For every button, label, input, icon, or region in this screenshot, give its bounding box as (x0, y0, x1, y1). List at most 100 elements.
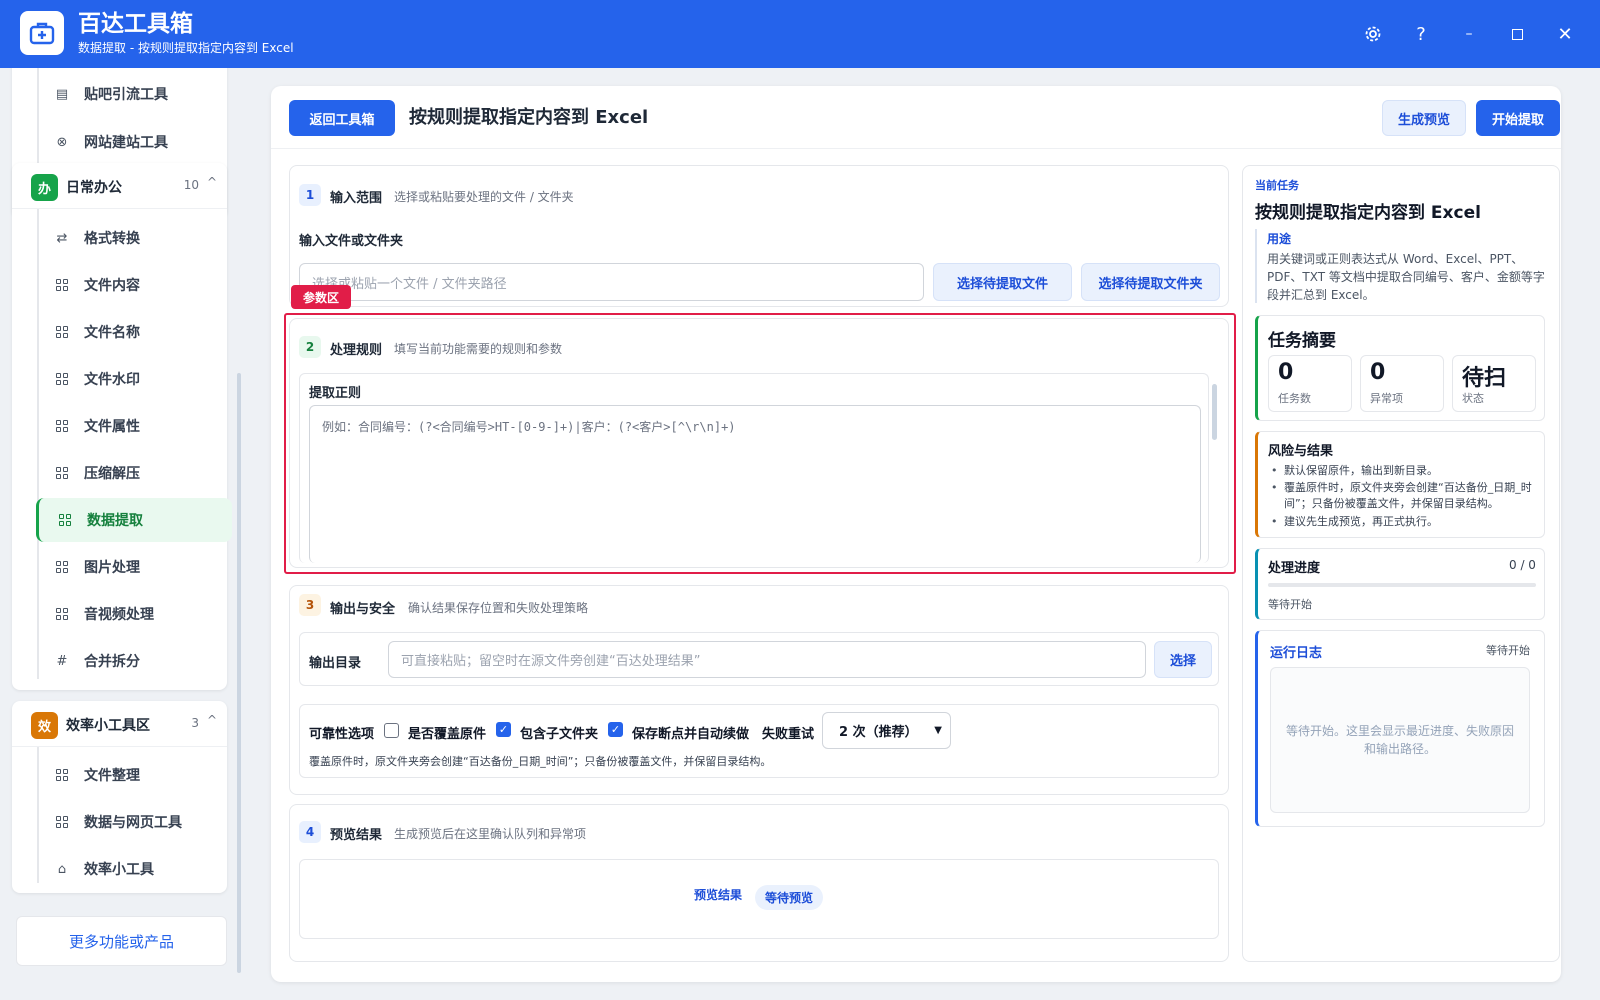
reliability-label: 可靠性选项 (309, 727, 375, 742)
sidebar-item-tieba[interactable]: ▤ 贴吧引流工具 (36, 72, 232, 116)
overwrite-label: 是否覆盖原件 (408, 727, 487, 742)
chevron-up-icon[interactable]: ^ (207, 175, 217, 189)
preview-label: 预览结果 (694, 888, 743, 902)
step-title: 输出与安全 (330, 602, 396, 617)
grid-icon (54, 418, 70, 434)
group-badge: 效 (31, 712, 58, 739)
more-products-button[interactable]: 更多功能或产品 (16, 916, 227, 966)
sidebar-item-filename[interactable]: 文件名称 (36, 310, 232, 354)
sidebar-item-data-web[interactable]: 数据与网页工具 (36, 800, 232, 844)
group-header-office[interactable]: 办 日常办公 10 ^ (12, 163, 227, 209)
grid-icon (54, 767, 70, 783)
toolbox-icon: ⌂ (57, 861, 67, 877)
title-bar: 百达工具箱 数据提取 - 按规则提取指定内容到 Excel ? – ✕ (0, 0, 1600, 68)
grid-icon (54, 465, 70, 481)
resume-checkbox[interactable]: ✓ (608, 722, 623, 737)
grid-icon (54, 324, 70, 340)
step-number: 1 (299, 184, 321, 206)
subfolders-checkbox[interactable]: ✓ (496, 722, 511, 737)
log-output[interactable]: 等待开始。这里会显示最近进度、失败原因和输出路径。 (1270, 667, 1530, 813)
settings-gear-icon[interactable] (1358, 19, 1388, 49)
close-icon[interactable]: ✕ (1550, 19, 1580, 49)
log-status: 等待开始 (1486, 644, 1530, 657)
resume-label: 保存断点并自动续做 (632, 727, 750, 742)
output-dir-label: 输出目录 (309, 656, 362, 671)
preview-status-badge: 等待预览 (755, 885, 824, 910)
sidebar-item-format[interactable]: ⇄ 格式转换 (36, 216, 232, 260)
group-badge: 办 (31, 174, 58, 201)
header-divider (271, 148, 1561, 149)
chevron-up-icon[interactable]: ^ (207, 713, 217, 727)
stat-status: 待扫 状态 (1452, 355, 1536, 412)
generate-preview-button[interactable]: 生成预览 (1382, 100, 1466, 136)
sidebar-item-media[interactable]: 音视频处理 (36, 592, 232, 636)
step-desc: 生成预览后在这里确认队列和异常项 (394, 827, 587, 841)
retry-label: 失败重试 (762, 727, 815, 742)
sidebar-item-attributes[interactable]: 文件属性 (36, 404, 232, 448)
usage-text: 用关键词或正则表达式从 Word、Excel、PPT、PDF、TXT 等文档中提… (1267, 252, 1545, 302)
grid-icon (54, 606, 70, 622)
help-icon[interactable]: ? (1406, 19, 1436, 49)
sidebar-scrollbar[interactable] (237, 373, 241, 973)
toolbox-icon (20, 11, 64, 55)
risk-item: 默认保留原件，输出到新目录。 (1271, 463, 1549, 479)
grid-icon (57, 512, 73, 528)
globe-icon: ⊗ (56, 134, 68, 150)
usage-accent (1255, 229, 1257, 303)
sidebar-item-data-extract[interactable]: 数据提取 (36, 498, 232, 542)
stat-tasks: 0 任务数 (1268, 355, 1352, 412)
input-path-field[interactable]: 选择或粘贴一个文件 / 文件夹路径 (299, 263, 924, 301)
progress-status: 等待开始 (1268, 598, 1312, 611)
grid-icon (54, 277, 70, 293)
page-title: 按规则提取指定内容到 Excel (409, 107, 649, 128)
sidebar: ▤ 贴吧引流工具 ⊗ 网站建站工具 办 日常办公 10 ^ ⇄ 格式转换 文件内容… (0, 68, 246, 1000)
retry-select[interactable]: 2 次（推荐） ▼ (822, 712, 951, 749)
chevron-down-icon: ▼ (934, 725, 942, 736)
output-dir-input[interactable]: 可直接粘贴；留空时在源文件旁创建“百达处理结果” (388, 641, 1146, 678)
step-number: 3 (299, 594, 321, 616)
app-subtitle: 数据提取 - 按规则提取指定内容到 Excel (78, 41, 294, 55)
choose-output-button[interactable]: 选择 (1154, 641, 1212, 678)
document-icon: ▤ (55, 86, 69, 102)
subfolders-label: 包含子文件夹 (520, 727, 599, 742)
overwrite-checkbox[interactable] (384, 723, 399, 738)
task-title: 按规则提取指定内容到 Excel (1255, 203, 1481, 223)
sidebar-item-watermark[interactable]: 文件水印 (36, 357, 232, 401)
grid-icon (54, 814, 70, 830)
sidebar-item-mini-tools[interactable]: ⌂ 效率小工具 (36, 847, 232, 891)
log-title: 运行日志 (1270, 646, 1323, 661)
back-to-toolbox-button[interactable]: 返回工具箱 (289, 100, 395, 136)
grid-icon (54, 371, 70, 387)
overwrite-note: 覆盖原件时，原文件夹旁会创建“百达备份_日期_时间”；只备份被覆盖文件，并保留目… (309, 755, 772, 768)
sidebar-item-image[interactable]: 图片处理 (36, 545, 232, 589)
step-title: 预览结果 (330, 828, 383, 843)
summary-title: 任务摘要 (1268, 331, 1336, 351)
progress-title: 处理进度 (1268, 561, 1321, 576)
select-files-button[interactable]: 选择待提取文件 (933, 263, 1072, 301)
sidebar-item-content[interactable]: 文件内容 (36, 263, 232, 307)
sidebar-item-organize[interactable]: 文件整理 (36, 753, 232, 797)
risk-item: 建议先生成预览，再正式执行。 (1271, 514, 1549, 530)
progress-bar (1268, 583, 1536, 587)
progress-count: 0 / 0 (1509, 558, 1536, 572)
app-title: 百达工具箱 (78, 11, 193, 37)
current-task-tag: 当前任务 (1255, 179, 1299, 192)
grid-icon (54, 559, 70, 575)
sidebar-item-merge-split[interactable]: # 合并拆分 (36, 639, 232, 683)
risk-title: 风险与结果 (1268, 444, 1334, 459)
start-extract-button[interactable]: 开始提取 (1476, 100, 1560, 136)
step-number: 4 (299, 821, 321, 843)
sidebar-item-website[interactable]: ⊗ 网站建站工具 (36, 120, 232, 164)
step-title: 输入范围 (330, 191, 383, 206)
params-annotation-tag: 参数区 (291, 285, 351, 309)
select-folder-button[interactable]: 选择待提取文件夹 (1081, 263, 1220, 301)
input-field-label: 输入文件或文件夹 (299, 234, 404, 249)
params-annotation-box (284, 313, 1236, 574)
stat-exceptions: 0 异常项 (1360, 355, 1444, 412)
sidebar-item-compress[interactable]: 压缩解压 (36, 451, 232, 495)
group-header-efficiency[interactable]: 效 效率小工具区 3 ^ (12, 701, 227, 747)
usage-title: 用途 (1267, 232, 1292, 246)
minimize-icon[interactable]: – (1454, 19, 1484, 49)
maximize-icon[interactable] (1502, 19, 1532, 49)
step-desc: 选择或粘贴要处理的文件 / 文件夹 (394, 190, 574, 204)
